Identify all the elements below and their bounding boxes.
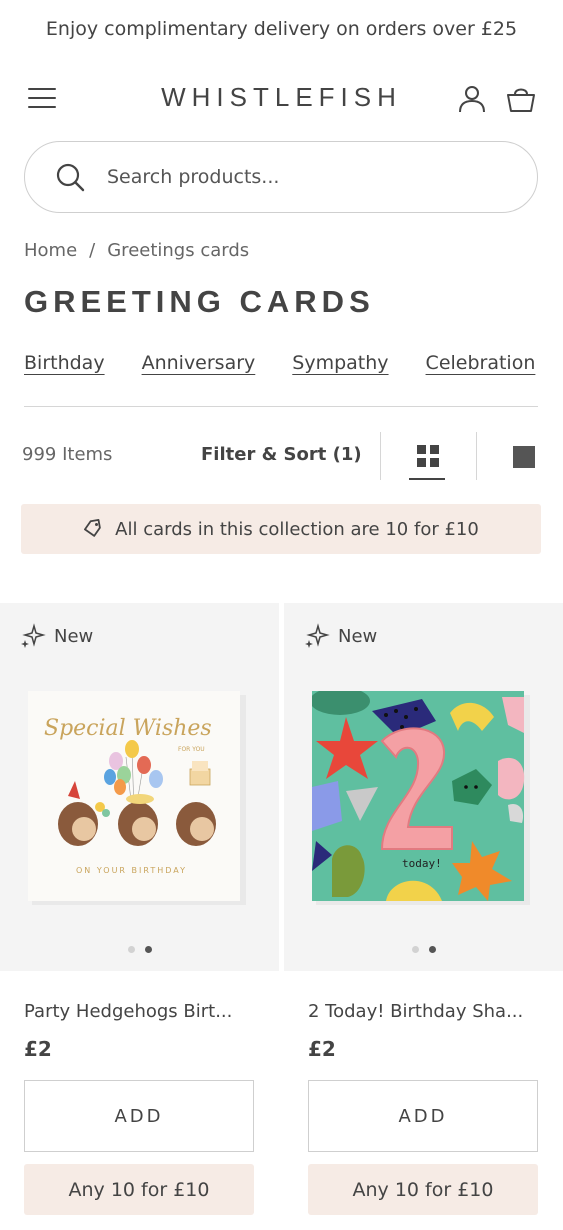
pagination-dot[interactable] bbox=[411, 946, 419, 953]
listing-toolbar: 999 Items Filter & Sort (1) bbox=[0, 432, 563, 482]
card-caption-text: today! bbox=[402, 857, 442, 870]
new-badge-label: New bbox=[338, 625, 378, 647]
breadcrumb-current: Greetings cards bbox=[107, 240, 250, 261]
card-caption-text: ON YOUR BIRTHDAY bbox=[76, 866, 187, 875]
announcement-bar: Enjoy complimentary delivery on orders o… bbox=[45, 18, 518, 40]
image-pagination bbox=[284, 946, 563, 953]
promo-banner: All cards in this collection are 10 for … bbox=[21, 504, 541, 554]
two-today-card-image: today! bbox=[312, 691, 530, 905]
category-link-birthday[interactable]: Birthday bbox=[24, 352, 105, 374]
divider bbox=[476, 432, 477, 480]
breadcrumb-home[interactable]: Home bbox=[24, 240, 77, 261]
multibuy-offer-button[interactable]: Any 10 for £10 bbox=[24, 1164, 254, 1215]
product-name[interactable]: Party Hedgehogs Birt... bbox=[24, 1001, 264, 1022]
sparkle-icon bbox=[305, 623, 330, 648]
card-greeting-text: Special Wishes bbox=[44, 716, 212, 741]
product-image-area[interactable]: New today! bbox=[284, 603, 563, 971]
divider bbox=[380, 432, 381, 480]
new-badge: New bbox=[20, 623, 93, 649]
search-input[interactable] bbox=[107, 166, 467, 188]
bag-icon[interactable] bbox=[505, 84, 537, 114]
category-link-sympathy[interactable]: Sympathy bbox=[292, 352, 388, 374]
pagination-dot-active[interactable] bbox=[428, 946, 436, 953]
product-price: £2 bbox=[24, 1037, 52, 1061]
search-bar[interactable] bbox=[24, 141, 538, 213]
category-links: Birthday Anniversary Sympathy Celebratio… bbox=[24, 352, 535, 374]
product-card: New Special Wishes FOR YOU ON YOUR BIRTH… bbox=[0, 603, 279, 1215]
search-icon bbox=[56, 163, 85, 192]
grid-view-icon[interactable] bbox=[409, 442, 447, 480]
pagination-dot[interactable] bbox=[127, 946, 135, 953]
sparkle-icon bbox=[21, 623, 46, 648]
product-card: New today! 2 Today! Birthday Sha... £2 A… bbox=[284, 603, 563, 1215]
add-to-basket-button[interactable]: ADD bbox=[24, 1080, 254, 1152]
item-count: 999 Items bbox=[22, 444, 113, 465]
new-badge-label: New bbox=[54, 625, 94, 647]
tag-icon bbox=[84, 519, 101, 537]
card-greeting-subtext: FOR YOU bbox=[178, 746, 205, 753]
pagination-dot-active[interactable] bbox=[144, 946, 152, 953]
product-image-area[interactable]: New Special Wishes FOR YOU ON YOUR BIRTH… bbox=[0, 603, 279, 971]
page-title: GREETING CARDS bbox=[24, 284, 375, 319]
category-link-celebration[interactable]: Celebration bbox=[426, 352, 536, 374]
account-icon[interactable] bbox=[457, 84, 487, 114]
single-view-icon[interactable] bbox=[513, 446, 535, 468]
multibuy-offer-button[interactable]: Any 10 for £10 bbox=[308, 1164, 538, 1215]
site-header: WHISTLEFISH bbox=[0, 70, 563, 130]
add-to-basket-button[interactable]: ADD bbox=[308, 1080, 538, 1152]
hedgehog-card-image: Special Wishes FOR YOU ON YOUR BIRTHDAY bbox=[28, 691, 246, 905]
product-price: £2 bbox=[308, 1037, 336, 1061]
promo-text: All cards in this collection are 10 for … bbox=[115, 518, 479, 540]
new-badge: New bbox=[304, 623, 377, 649]
breadcrumb: Home / Greetings cards bbox=[24, 240, 249, 261]
category-link-anniversary[interactable]: Anniversary bbox=[142, 352, 256, 374]
filter-sort-button[interactable]: Filter & Sort (1) bbox=[201, 444, 362, 465]
product-name[interactable]: 2 Today! Birthday Sha... bbox=[308, 1001, 548, 1022]
image-pagination bbox=[0, 946, 279, 953]
breadcrumb-separator: / bbox=[89, 240, 96, 261]
divider bbox=[24, 406, 538, 407]
